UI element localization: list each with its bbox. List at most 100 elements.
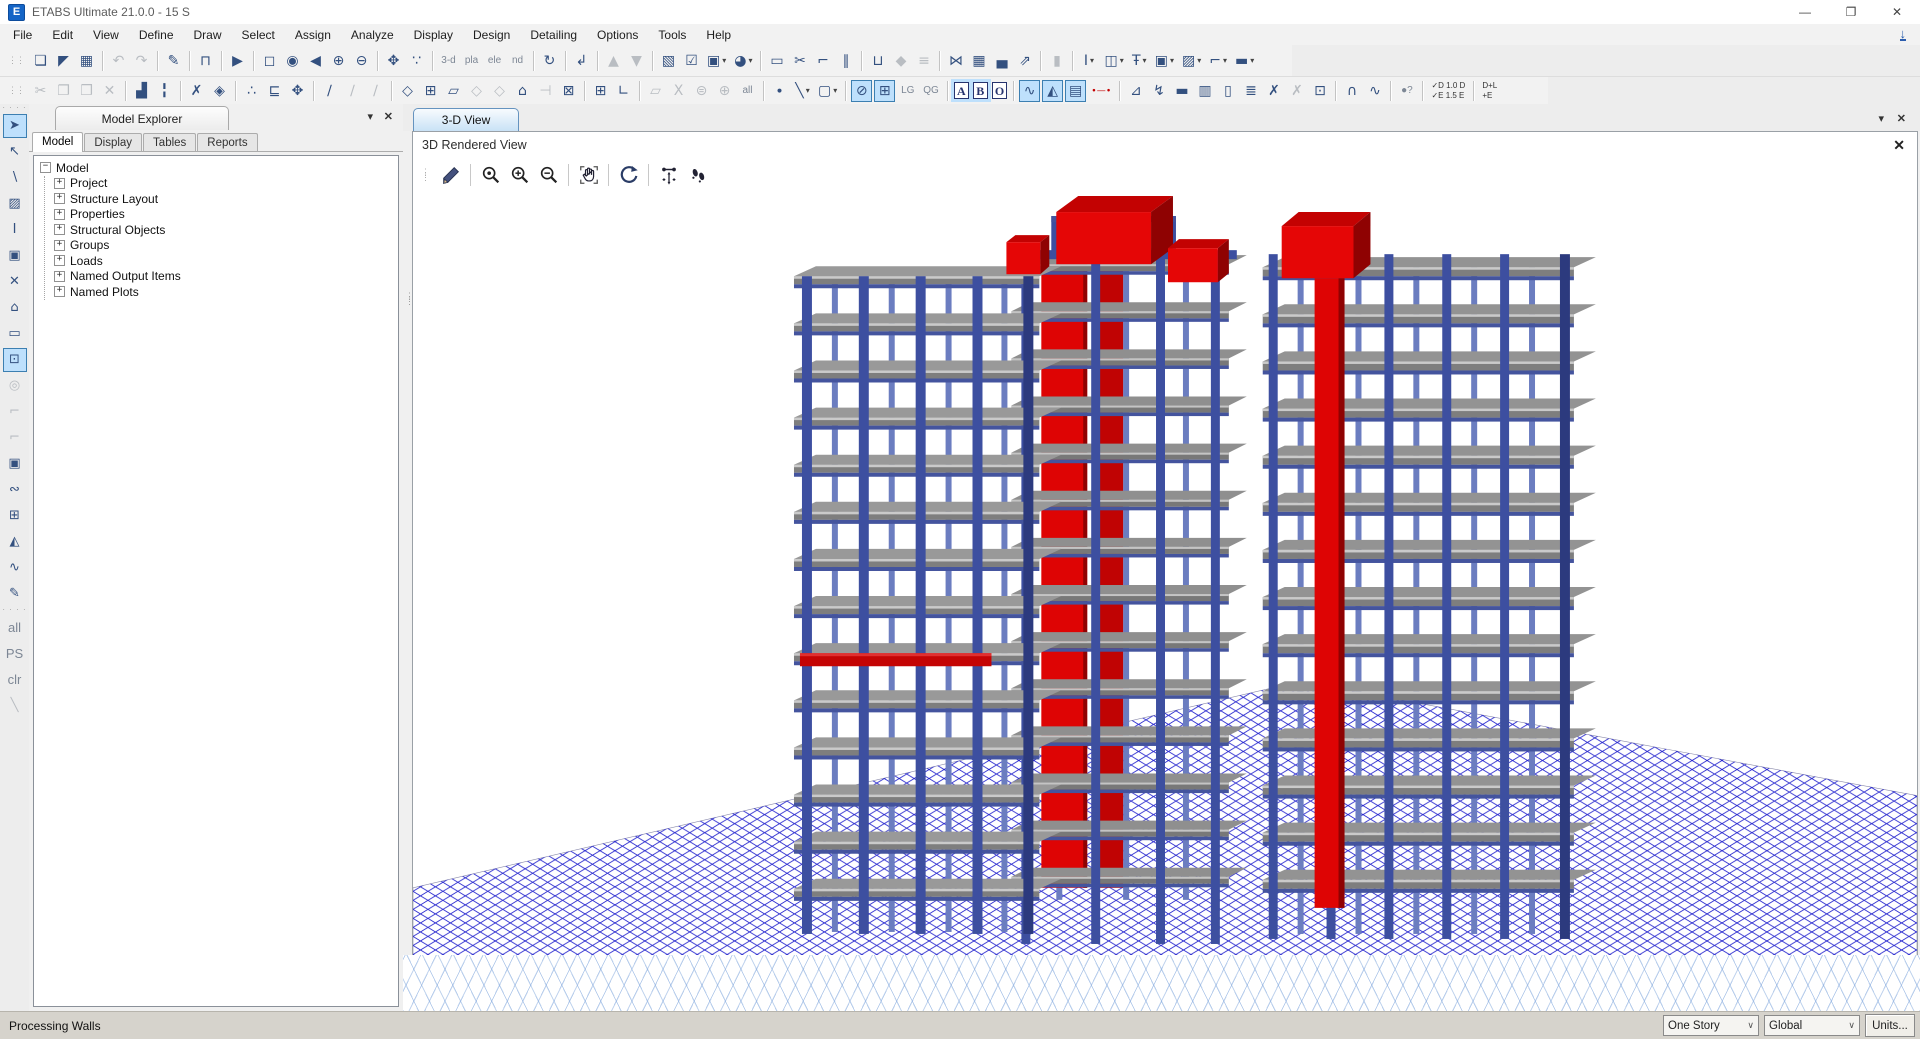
dropdown-arrow-icon[interactable]: ▾ [722, 51, 726, 71]
view-plan[interactable]: pla [461, 50, 482, 72]
snap-lines-edges[interactable]: ╲▾ [792, 80, 813, 102]
collapse-icon[interactable]: − [40, 162, 51, 173]
clear-selection[interactable]: clr [3, 668, 27, 692]
minimize-button[interactable]: — [1782, 0, 1828, 24]
tee-section[interactable]: Ŧ▾ [1129, 50, 1150, 72]
draw-area-remove[interactable]: ◇ [489, 80, 510, 102]
toolbar-grip[interactable]: ⋮⋮ [8, 85, 24, 96]
tree-item-named-output-items[interactable]: +Named Output Items [54, 269, 398, 285]
restore-button[interactable]: ❐ [1828, 0, 1874, 24]
rendered-view-close-icon[interactable]: ✕ [1893, 137, 1905, 154]
new-model[interactable]: ❏ [30, 50, 51, 72]
menu-draw[interactable]: Draw [184, 25, 232, 45]
draw-rect-area[interactable]: ▭ [3, 322, 27, 346]
deselect-line[interactable]: ╲ [3, 694, 27, 718]
expand-icon[interactable]: + [54, 271, 65, 282]
pencil-tool-button[interactable] [436, 160, 465, 189]
draw-brace-x[interactable]: ✕ [3, 270, 27, 294]
draw-secondary-beams[interactable]: ∕ [342, 80, 363, 102]
set-view-limits-button[interactable] [654, 160, 683, 189]
tabstrip-close-icon[interactable]: ✕ [1897, 112, 1906, 125]
previous-selection[interactable]: PS [3, 642, 27, 666]
show-energy-diagram[interactable]: ⊿ [1125, 80, 1146, 102]
steel-brace-ke[interactable]: ✗ [1263, 80, 1284, 102]
explorer-tab-tables[interactable]: Tables [143, 133, 196, 151]
menu-view[interactable]: View [83, 25, 129, 45]
download-arrow-icon[interactable]: ↓ [1900, 28, 1907, 41]
channel-section[interactable]: ◫▾ [1101, 50, 1126, 72]
zoom-out-one-step[interactable]: ⊖ [351, 50, 372, 72]
boxed-t-section[interactable]: ▣▾ [1152, 50, 1177, 72]
panel-caret-down-icon[interactable]: ▾ [367, 110, 373, 123]
draw-frame-diamond[interactable]: ◈ [209, 80, 230, 102]
dropdown-arrow-icon[interactable]: ▾ [1250, 51, 1254, 71]
show-grid-labels-b[interactable]: B [973, 82, 988, 99]
tree-item-structure-layout[interactable]: +Structure Layout [54, 191, 398, 207]
perspective-toggle[interactable]: ∵ [406, 50, 427, 72]
draw-wall-element[interactable]: ▣ [3, 244, 27, 268]
draw-link-element[interactable]: ∾ [3, 478, 27, 502]
dropdown-arrow-icon[interactable]: ▾ [833, 81, 837, 101]
tree-item-loads[interactable]: +Loads [54, 253, 398, 269]
menu-design[interactable]: Design [463, 25, 520, 45]
select-by-properties[interactable]: ⊜ [691, 80, 712, 102]
menu-edit[interactable]: Edit [42, 25, 83, 45]
steel-frame-design[interactable]: ↯ [1148, 80, 1169, 102]
menu-select[interactable]: Select [232, 25, 285, 45]
edit-stories[interactable]: ▟ [131, 80, 152, 102]
panel-close-icon[interactable]: ✕ [384, 110, 393, 123]
zoom-in-one-step[interactable]: ⊕ [328, 50, 349, 72]
menu-options[interactable]: Options [587, 25, 648, 45]
menu-help[interactable]: Help [696, 25, 741, 45]
view-elevation[interactable]: ele [484, 50, 505, 72]
draw-braces[interactable]: ∕ [319, 80, 340, 102]
draw-poly-area[interactable]: ⌂ [512, 80, 533, 102]
show-grid-labels-a[interactable]: A [954, 82, 969, 99]
steel-brace-h2[interactable]: ✗ [1286, 80, 1307, 102]
pushover-curve[interactable]: ∩ [1341, 80, 1362, 102]
expand-icon[interactable]: + [54, 240, 65, 251]
view-named[interactable]: nd [507, 50, 528, 72]
magnify-grid[interactable]: ⊞ [590, 80, 611, 102]
explorer-tab-display[interactable]: Display [84, 133, 142, 151]
draw-curved-frame[interactable]: ∿ [3, 556, 27, 580]
extrude-shells[interactable]: ∥ [835, 50, 856, 72]
coordinate-system-select[interactable]: Global ∨ [1764, 1015, 1860, 1036]
draw-rectangle[interactable]: ▭ [766, 50, 787, 72]
tree-item-groups[interactable]: +Groups [54, 238, 398, 254]
select-by-groups[interactable]: ⊕ [714, 80, 735, 102]
explorer-tab-reports[interactable]: Reports [197, 133, 257, 151]
expand-icon[interactable]: + [54, 209, 65, 220]
tree-item-named-plots[interactable]: +Named Plots [54, 284, 398, 300]
draw-joint-x[interactable]: ✗ [186, 80, 207, 102]
zoom-window-button[interactable] [476, 160, 505, 189]
rotate-view-button[interactable] [614, 160, 643, 189]
menu-file[interactable]: File [3, 25, 42, 45]
select-poly[interactable]: ▱ [645, 80, 666, 102]
move-down-in-list[interactable]: ▼ [626, 50, 647, 72]
pan-view[interactable]: ✥ [383, 50, 404, 72]
zoom-out-button[interactable] [534, 160, 563, 189]
walk-through-button[interactable] [683, 160, 712, 189]
explorer-tab-model[interactable]: Model [32, 132, 83, 152]
undo[interactable]: ↶ [108, 50, 129, 72]
load-combo-dle[interactable]: D+L +E [1479, 80, 1500, 102]
select-all-strip[interactable]: all [3, 616, 27, 640]
draw-area-dashed[interactable]: ▱ [443, 80, 464, 102]
dropdown-arrow-icon[interactable]: ▾ [1090, 51, 1094, 71]
expand-icon[interactable]: + [54, 255, 65, 266]
dropdown-arrow-icon[interactable]: ▾ [806, 81, 810, 101]
deck-section[interactable]: ▄ [991, 50, 1012, 72]
composite-beam-design[interactable]: ▥ [1194, 80, 1215, 102]
tab-3d-view[interactable]: 3-D View [413, 108, 519, 131]
redo[interactable]: ↷ [131, 50, 152, 72]
draw-dimension[interactable]: ◭ [3, 530, 27, 554]
rotate-3d-view[interactable]: ↻ [539, 50, 560, 72]
select-pointer[interactable]: ➤ [3, 114, 27, 138]
section-designer[interactable]: ▦ [968, 50, 989, 72]
draw-point-area[interactable]: ⊡ [3, 348, 27, 372]
dropdown-arrow-icon[interactable]: ▾ [1170, 51, 1174, 71]
select-all[interactable]: all [737, 80, 758, 102]
draw-links[interactable]: ∕ [365, 80, 386, 102]
time-history-trace[interactable]: ∿ [1364, 80, 1385, 102]
